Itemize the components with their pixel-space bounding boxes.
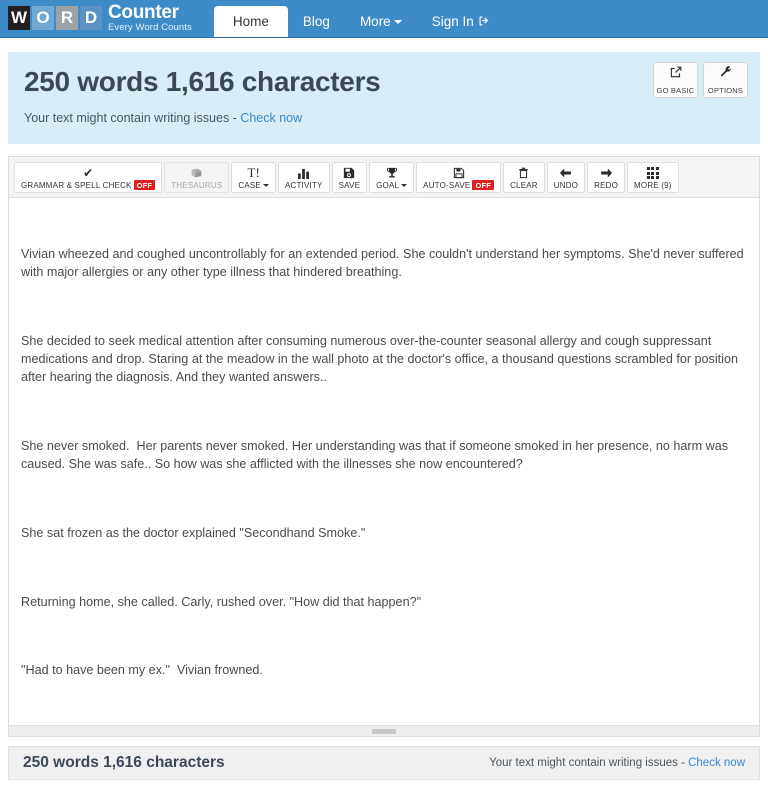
goal-text: GOAL bbox=[376, 180, 400, 190]
activity-label: ACTIVITY bbox=[284, 180, 323, 190]
editor-resize-handle[interactable] bbox=[9, 725, 759, 736]
editor-paragraph: She never smoked. Her parents never smok… bbox=[21, 438, 732, 471]
goal-button[interactable]: GOAL bbox=[369, 162, 415, 193]
logo-letter-blocks: W O R D bbox=[8, 6, 102, 30]
top-navbar: W O R D Counter Every Word Counts Home B… bbox=[0, 0, 768, 38]
editor-paragraph: She sat frozen as the doctor explained "… bbox=[21, 525, 366, 540]
redo-label: REDO bbox=[594, 180, 619, 190]
options-button[interactable]: OPTIONS bbox=[703, 62, 748, 98]
go-basic-label: GO BASIC bbox=[656, 86, 695, 95]
check-now-link[interactable]: Check now bbox=[240, 111, 302, 125]
auto-save-text: AUTO-SAVE bbox=[423, 180, 471, 190]
logo-letter-w: W bbox=[8, 6, 30, 30]
case-button[interactable]: T! CASE bbox=[231, 162, 276, 193]
chevron-down-icon bbox=[393, 20, 402, 25]
arrow-left-icon bbox=[559, 167, 572, 180]
wrench-icon bbox=[719, 65, 733, 84]
case-text: CASE bbox=[238, 180, 261, 190]
arrow-right-icon bbox=[600, 167, 613, 180]
writing-issues-text: Your text might contain writing issues - bbox=[24, 111, 241, 125]
logo-letter-r: R bbox=[56, 6, 78, 30]
save-label: SAVE bbox=[338, 180, 361, 190]
logo-wordmark: Counter Every Word Counts bbox=[108, 3, 192, 33]
floppy-icon bbox=[453, 166, 465, 179]
footer-check-now-link[interactable]: Check now bbox=[688, 757, 745, 769]
editor-paragraph: Returning home, she called. Carly, rushe… bbox=[21, 594, 422, 609]
thesaurus-label: THESAURUS bbox=[171, 180, 223, 190]
nav-item-more-label: More bbox=[359, 14, 391, 29]
external-link-icon bbox=[669, 65, 683, 84]
trophy-icon bbox=[386, 167, 398, 180]
save-button[interactable]: SAVE bbox=[331, 162, 368, 193]
goal-label: GOAL bbox=[376, 180, 408, 190]
chevron-down-icon bbox=[262, 183, 269, 187]
logo-brand-text: Counter bbox=[108, 2, 179, 24]
check-icon: ✔ bbox=[83, 165, 94, 180]
grammar-spell-check-button[interactable]: ✔ GRAMMAR & SPELL CHECK OFF bbox=[14, 162, 163, 193]
nav-item-blog[interactable]: Blog bbox=[288, 7, 345, 37]
nav-item-signin-label: Sign In bbox=[431, 14, 474, 29]
writing-issues-notice: Your text might contain writing issues -… bbox=[24, 111, 744, 125]
clear-label: CLEAR bbox=[510, 180, 538, 190]
case-label: CASE bbox=[238, 181, 269, 190]
activity-button[interactable]: ACTIVITY bbox=[277, 162, 330, 193]
editor-toolbar: ✔ GRAMMAR & SPELL CHECK OFF THESAURUS T!… bbox=[8, 156, 760, 197]
nav-item-home[interactable]: Home bbox=[213, 6, 288, 37]
auto-save-button[interactable]: AUTO-SAVE OFF bbox=[416, 162, 502, 193]
text-case-icon: T! bbox=[247, 165, 260, 180]
grammar-off-badge: OFF bbox=[133, 180, 156, 190]
editor-paragraph: "Had to have been my ex." Vivian frowned… bbox=[21, 663, 263, 678]
grid-icon bbox=[646, 167, 659, 180]
nav-item-more[interactable]: More bbox=[345, 7, 417, 37]
redo-button[interactable]: REDO bbox=[587, 162, 626, 193]
logo-letter-d: D bbox=[80, 6, 102, 30]
resize-grip-icon bbox=[372, 728, 396, 734]
more-button[interactable]: MORE (9) bbox=[627, 162, 679, 193]
more-label: MORE (9) bbox=[634, 180, 672, 190]
footer-issues-text: Your text might contain writing issues - bbox=[489, 757, 689, 769]
text-editor-container: Vivian wheezed and coughed uncontrollabl… bbox=[8, 197, 760, 737]
auto-save-off-badge: OFF bbox=[472, 180, 495, 190]
bar-chart-icon bbox=[297, 167, 310, 180]
word-count-header-panel: 250 words 1,616 characters Your text mig… bbox=[8, 52, 760, 144]
sign-in-icon bbox=[478, 8, 490, 38]
chevron-down-icon bbox=[401, 183, 408, 187]
book-icon bbox=[190, 167, 203, 180]
thesaurus-button[interactable]: THESAURUS bbox=[164, 162, 230, 193]
logo-tagline: Every Word Counts bbox=[108, 22, 192, 34]
nav-menu: Home Blog More Sign In bbox=[213, 0, 505, 37]
text-editor-input[interactable]: Vivian wheezed and coughed uncontrollabl… bbox=[9, 198, 759, 726]
undo-label: UNDO bbox=[553, 180, 579, 190]
options-label: OPTIONS bbox=[707, 86, 744, 95]
go-basic-button[interactable]: GO BASIC bbox=[653, 62, 698, 98]
header-action-buttons: GO BASIC OPTIONS bbox=[653, 62, 748, 98]
undo-button[interactable]: UNDO bbox=[546, 162, 586, 193]
footer-writing-issues-notice: Your text might contain writing issues -… bbox=[489, 757, 745, 769]
editor-paragraph: Vivian wheezed and coughed uncontrollabl… bbox=[21, 246, 748, 279]
logo-letter-o: O bbox=[32, 6, 54, 30]
nav-item-signin[interactable]: Sign In bbox=[417, 7, 505, 37]
editor-paragraph: She decided to seek medical attention af… bbox=[21, 333, 742, 385]
grammar-spell-check-label: GRAMMAR & SPELL CHECK OFF bbox=[21, 180, 156, 190]
site-logo[interactable]: W O R D Counter Every Word Counts bbox=[0, 0, 192, 37]
clear-button[interactable]: CLEAR bbox=[503, 162, 545, 193]
footer-count-title: 250 words 1,616 characters bbox=[23, 754, 225, 771]
auto-save-label: AUTO-SAVE OFF bbox=[423, 180, 495, 190]
trash-icon bbox=[518, 167, 529, 180]
grammar-spell-check-text: GRAMMAR & SPELL CHECK bbox=[21, 180, 132, 190]
page-title: 250 words 1,616 characters bbox=[24, 66, 381, 97]
save-disk-icon bbox=[343, 167, 355, 180]
footer-count-panel: 250 words 1,616 characters Your text mig… bbox=[8, 746, 760, 780]
